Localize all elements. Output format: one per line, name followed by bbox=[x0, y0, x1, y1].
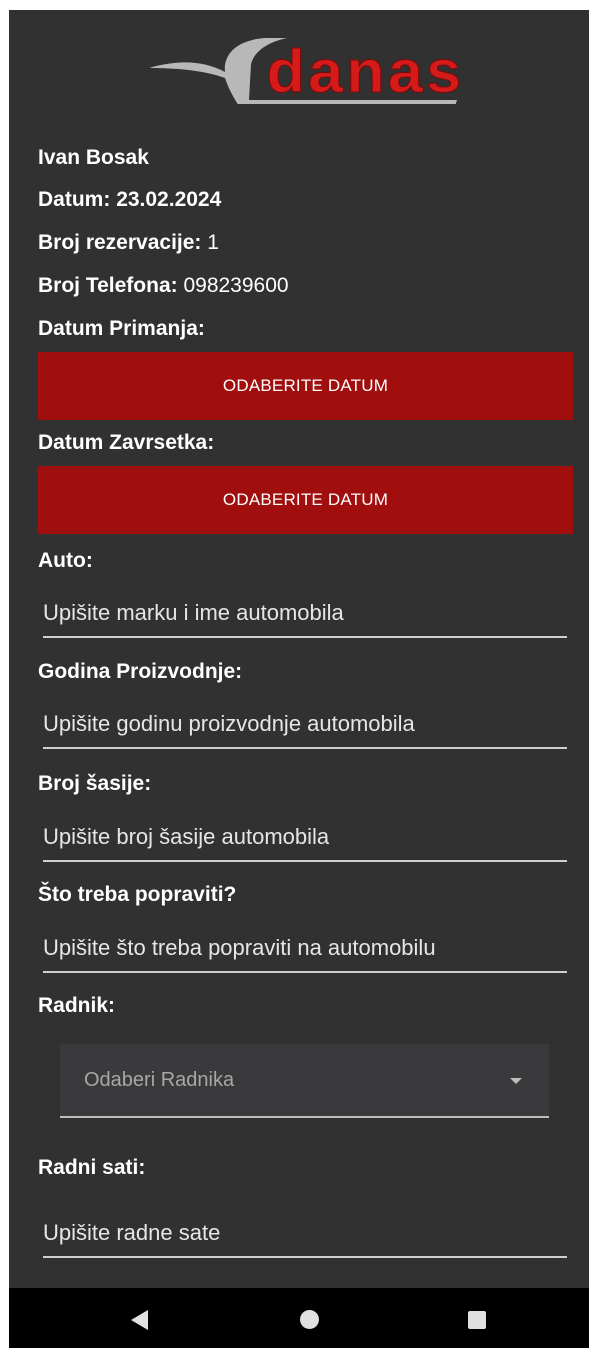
repair-label: Što treba popraviti? bbox=[38, 883, 237, 906]
car-input[interactable] bbox=[43, 596, 567, 638]
year-label: Godina Proizvodnje: bbox=[38, 660, 243, 683]
worker-select[interactable]: Odaberi Radnika bbox=[60, 1044, 549, 1118]
system-nav-bar bbox=[9, 1288, 589, 1348]
reservation-row: Broj rezervacije: 1 bbox=[38, 231, 219, 255]
customer-name: Ivan Bosak bbox=[38, 146, 149, 169]
chassis-label: Broj šasije: bbox=[38, 772, 152, 795]
reservation-label: Broj rezervacije: bbox=[38, 231, 202, 254]
logo-text: danas bbox=[267, 38, 465, 104]
year-input[interactable] bbox=[43, 707, 567, 749]
recent-apps-icon[interactable] bbox=[468, 1311, 486, 1329]
worker-select-value: Odaberi Radnika bbox=[84, 1069, 235, 1091]
home-icon[interactable] bbox=[300, 1310, 319, 1329]
dropdown-caret-icon bbox=[510, 1078, 522, 1084]
hours-input[interactable] bbox=[43, 1216, 567, 1258]
app-screen: danas Ivan Bosak Datum: 23.02.2024 Broj … bbox=[9, 10, 589, 1348]
danas-logo: danas bbox=[149, 38, 465, 104]
phone-value: 098239600 bbox=[183, 274, 289, 297]
car-label: Auto: bbox=[38, 549, 93, 572]
receipt-date-label: Datum Primanja: bbox=[38, 317, 205, 340]
phone-row: Broj Telefona: 098239600 bbox=[38, 274, 289, 298]
receipt-date-button[interactable]: ODABERITE DATUM bbox=[38, 352, 573, 420]
chassis-input[interactable] bbox=[43, 820, 567, 862]
date-value: 23.02.2024 bbox=[116, 188, 222, 211]
hours-label: Radni sati: bbox=[38, 1156, 146, 1179]
reservation-value: 1 bbox=[207, 231, 219, 254]
date-label: Datum: bbox=[38, 188, 111, 211]
phone-label: Broj Telefona: bbox=[38, 274, 178, 297]
completion-date-label: Datum Zavrsetka: bbox=[38, 431, 215, 454]
completion-date-button[interactable]: ODABERITE DATUM bbox=[38, 466, 573, 534]
date-row: Datum: 23.02.2024 bbox=[38, 188, 221, 212]
worker-label: Radnik: bbox=[38, 994, 116, 1017]
back-icon[interactable] bbox=[131, 1310, 148, 1330]
repair-input[interactable] bbox=[43, 931, 567, 973]
